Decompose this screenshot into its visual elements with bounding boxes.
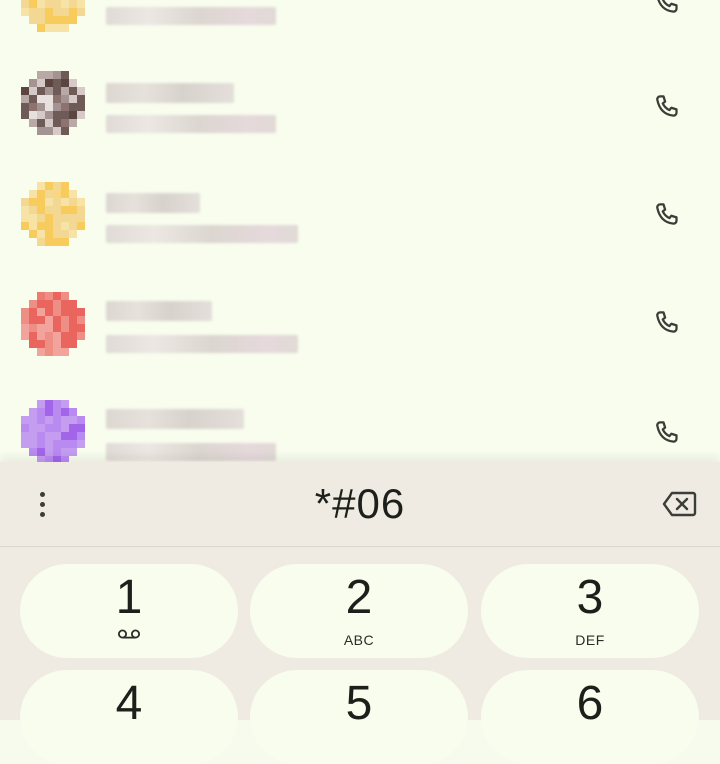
dialer-bar: *#06 xyxy=(0,462,720,547)
dial-key-2[interactable]: 2 ABC xyxy=(250,564,468,658)
contact-row[interactable] xyxy=(0,270,720,378)
key-digit: 4 xyxy=(115,677,143,730)
more-vertical-icon xyxy=(39,491,45,497)
more-options-button[interactable] xyxy=(26,484,58,524)
contact-row[interactable] xyxy=(0,162,720,270)
contact-row[interactable] xyxy=(0,54,720,162)
dial-key-4[interactable]: 4 xyxy=(20,670,238,764)
contact-row[interactable] xyxy=(0,378,720,462)
contact-number-redacted xyxy=(106,115,276,133)
key-digit: 6 xyxy=(576,677,604,730)
contact-avatar xyxy=(21,182,85,246)
contact-list[interactable] xyxy=(0,0,720,462)
dial-key-6[interactable]: 6 xyxy=(481,670,699,764)
key-digit: 3 xyxy=(576,571,604,624)
phone-icon xyxy=(656,311,678,333)
dial-key-3[interactable]: 3 DEF xyxy=(481,564,699,658)
key-letters: ABC xyxy=(343,632,375,648)
contact-number-redacted xyxy=(106,335,298,353)
call-button[interactable] xyxy=(648,0,686,22)
contact-number-redacted xyxy=(106,7,276,25)
key-digit: 5 xyxy=(345,677,373,730)
key-digit: 1 xyxy=(115,571,143,624)
voicemail-icon xyxy=(118,629,140,639)
contact-row[interactable] xyxy=(0,0,720,54)
dial-key-5[interactable]: 5 xyxy=(250,670,468,764)
contact-name-redacted xyxy=(106,301,212,321)
contact-number-redacted xyxy=(106,443,276,461)
dialpad: 1 2 ABC 3 DEF 4 5 6 xyxy=(0,547,720,764)
contact-avatar xyxy=(21,400,85,462)
phone-icon xyxy=(656,203,678,225)
phone-icon xyxy=(657,0,678,13)
call-button[interactable] xyxy=(648,88,686,126)
backspace-icon xyxy=(662,491,697,517)
contact-number-redacted xyxy=(106,225,298,243)
contact-name-redacted xyxy=(106,83,234,103)
call-button[interactable] xyxy=(648,304,686,342)
call-button[interactable] xyxy=(648,414,686,452)
call-button[interactable] xyxy=(648,196,686,234)
backspace-button[interactable] xyxy=(658,487,700,521)
contact-avatar xyxy=(21,71,85,135)
dialed-number-field[interactable]: *#06 xyxy=(160,478,560,530)
contact-name-redacted xyxy=(106,409,244,429)
key-letters: DEF xyxy=(575,632,605,648)
contact-name-redacted xyxy=(106,193,200,213)
contact-avatar xyxy=(21,292,85,356)
phone-icon xyxy=(656,421,678,443)
dial-key-1[interactable]: 1 xyxy=(20,564,238,658)
key-digit: 2 xyxy=(345,571,373,624)
contact-avatar xyxy=(21,0,85,32)
phone-icon xyxy=(656,95,678,117)
